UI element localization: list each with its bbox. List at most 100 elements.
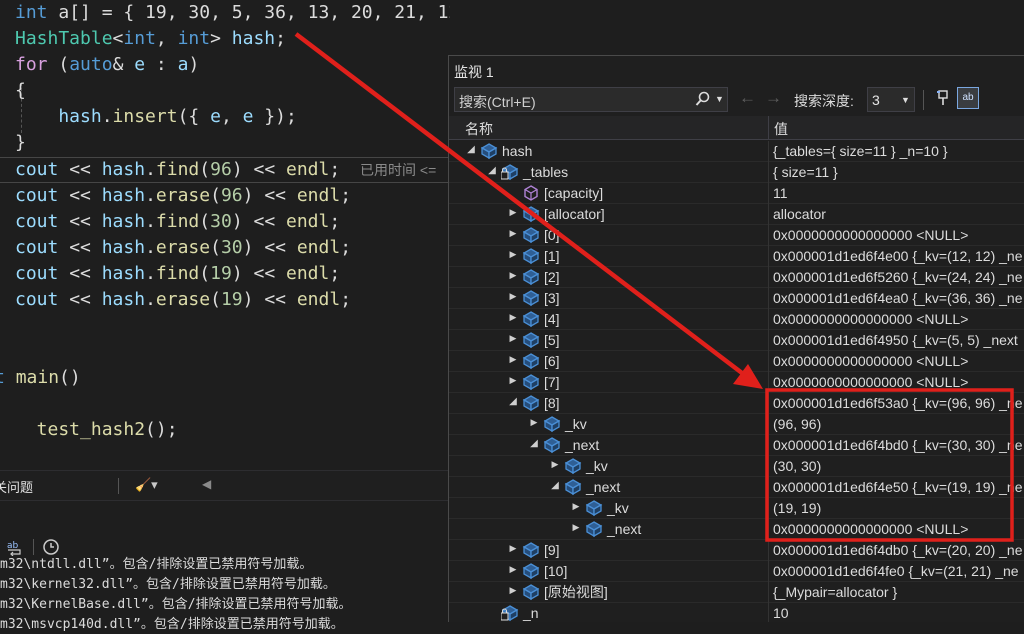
collapse-triangle-icon[interactable]: ◢ (486, 165, 498, 176)
watch-row[interactable]: ◢ hash {_tables={ size=11 } _n=10 } (449, 141, 1024, 162)
code-token: & (112, 54, 135, 75)
expand-triangle-icon[interactable]: ▶ (507, 249, 519, 260)
watch-row[interactable]: ▶ [3] 0x000001d1ed6f4ea0 {_kv=(36, 36) _ne (449, 288, 1024, 309)
watch-item-value[interactable]: 0x0000000000000000 <NULL> (773, 520, 968, 539)
watch-item-value[interactable]: (30, 30) (773, 457, 821, 476)
watch-title-bar[interactable]: 监视 1 (449, 56, 1024, 84)
watch-item-name: [3] (544, 290, 560, 306)
watch-row[interactable]: ▶ [原始视图] {_Mypair=allocator } (449, 582, 1024, 603)
watch-row[interactable]: ▶ [0] 0x0000000000000000 <NULL> (449, 225, 1024, 246)
scroll-left-icon[interactable]: ◀ (202, 477, 211, 491)
column-divider (768, 372, 769, 393)
watch-row[interactable]: ▶ [allocator] allocator (449, 204, 1024, 225)
search-input[interactable]: 搜索(Ctrl+E) ▼ (454, 87, 728, 112)
code-token: int (15, 2, 48, 23)
expand-triangle-icon[interactable]: ▶ (507, 312, 519, 323)
value-column-header[interactable]: 值 (774, 119, 788, 139)
chevron-down-icon[interactable]: ▼ (715, 94, 724, 104)
code-editor[interactable]: int a[] = { 19, 30, 5, 36, 13, 20, 21, 1… (0, 0, 450, 470)
watch-item-value[interactable]: 0x000001d1ed6f53a0 {_kv=(96, 96) _ne (773, 394, 1023, 413)
watch-item-value[interactable]: (96, 96) (773, 415, 821, 434)
watch-row[interactable]: ▶ _kv (19, 19) (449, 498, 1024, 519)
expand-triangle-icon[interactable]: ▶ (549, 459, 561, 470)
column-divider[interactable] (768, 116, 769, 140)
expand-triangle-icon[interactable]: ▶ (507, 228, 519, 239)
code-line: test_hash2(); (15, 417, 178, 443)
watch-item-value[interactable]: {_tables={ size=11 } _n=10 } (773, 142, 948, 161)
watch-item-value[interactable]: 0x0000000000000000 <NULL> (773, 352, 968, 371)
expand-triangle-icon[interactable]: ▶ (528, 417, 540, 428)
watch-item-value[interactable]: 0x0000000000000000 <NULL> (773, 226, 968, 245)
search-icon[interactable] (695, 90, 711, 112)
watch-row[interactable]: ◢ _tables { size=11 } (449, 162, 1024, 183)
object-icon (543, 415, 561, 433)
watch-row[interactable]: ▶ [2] 0x000001d1ed6f5260 {_kv=(24, 24) _ne (449, 267, 1024, 288)
collapse-triangle-icon[interactable]: ◢ (507, 396, 519, 407)
code-token: int (123, 28, 156, 49)
watch-row[interactable]: ◢ _next 0x000001d1ed6f4e50 {_kv=(19, 19) _… (449, 477, 1024, 498)
watch-item-value[interactable]: 0x0000000000000000 <NULL> (773, 373, 968, 392)
watch-item-value[interactable]: 10 (773, 604, 789, 622)
collapse-triangle-icon[interactable]: ◢ (549, 480, 561, 491)
watch-row[interactable]: ▶ [6] 0x0000000000000000 <NULL> (449, 351, 1024, 372)
expand-triangle-icon[interactable]: ▶ (507, 333, 519, 344)
watch-row[interactable]: ▶ [10] 0x000001d1ed6f4fe0 {_kv=(21, 21) _n… (449, 561, 1024, 582)
watch-item-name: _next (586, 479, 621, 495)
pin-icon[interactable] (935, 89, 951, 110)
broom-icon[interactable]: 🧹▾ (135, 477, 158, 493)
expand-triangle-icon[interactable]: ▶ (570, 501, 582, 512)
watch-row[interactable]: [capacity] 11 (449, 183, 1024, 204)
search-depth-select[interactable]: 3 ▼ (867, 87, 915, 112)
watch-item-value[interactable]: 0x000001d1ed6f4e50 {_kv=(19, 19) _ne (773, 478, 1023, 497)
watch-row[interactable]: ◢ _next 0x000001d1ed6f4bd0 {_kv=(30, 30) _… (449, 435, 1024, 456)
expand-triangle-icon[interactable]: ▶ (507, 375, 519, 386)
watch-item-value[interactable]: 0x000001d1ed6f4bd0 {_kv=(30, 30) _ne (773, 436, 1023, 455)
column-divider (768, 183, 769, 204)
watch-row[interactable]: ▶ [1] 0x000001d1ed6f4e00 {_kv=(12, 12) _ne (449, 246, 1024, 267)
collapse-triangle-icon[interactable]: ◢ (465, 144, 477, 155)
watch-item-value[interactable]: allocator (773, 205, 826, 224)
watch-row[interactable]: ▶ [4] 0x0000000000000000 <NULL> (449, 309, 1024, 330)
expand-triangle-icon[interactable]: ▶ (507, 543, 519, 554)
back-arrow-icon[interactable]: ← (739, 88, 756, 108)
expand-triangle-icon[interactable]: ▶ (507, 564, 519, 575)
collapse-triangle-icon[interactable]: ◢ (528, 438, 540, 449)
column-divider (768, 351, 769, 372)
expand-triangle-icon[interactable]: ▶ (570, 522, 582, 533)
issues-label[interactable]: 关问题 (0, 477, 33, 496)
watch-item-value[interactable]: { size=11 } (773, 163, 838, 182)
code-token: . (145, 159, 156, 180)
watch-row[interactable]: ▶ _next 0x0000000000000000 <NULL> (449, 519, 1024, 540)
elapsed-time-hint: 已用时间 <= (360, 162, 437, 178)
watch-item-value[interactable]: 0x000001d1ed6f4ea0 {_kv=(36, 36) _ne (773, 289, 1023, 308)
watch-row[interactable]: ▶ _kv (96, 96) (449, 414, 1024, 435)
watch-item-value[interactable]: 11 (773, 184, 788, 203)
forward-arrow-icon[interactable]: → (765, 88, 782, 108)
watch-item-value[interactable]: 0x0000000000000000 <NULL> (773, 310, 968, 329)
watch-item-value[interactable]: 0x000001d1ed6f4db0 {_kv=(20, 20) _ne (773, 541, 1023, 560)
watch-item-name: [0] (544, 227, 560, 243)
watch-row[interactable]: ▶ _kv (30, 30) (449, 456, 1024, 477)
watch-row[interactable]: ▶ [9] 0x000001d1ed6f4db0 {_kv=(20, 20) _ne (449, 540, 1024, 561)
watch-item-value[interactable]: 0x000001d1ed6f4fe0 {_kv=(21, 21) _ne (773, 562, 1019, 581)
expand-triangle-icon[interactable]: ▶ (507, 585, 519, 596)
watch-row[interactable]: ▶ [5] 0x000001d1ed6f4950 {_kv=(5, 5) _next (449, 330, 1024, 351)
code-token: ( (47, 54, 70, 75)
name-column-header[interactable]: 名称 (465, 119, 493, 139)
expand-triangle-icon[interactable]: ▶ (507, 354, 519, 365)
expand-triangle-icon[interactable]: ▶ (507, 270, 519, 281)
watch-item-value[interactable]: {_Mypair=allocator } (773, 583, 897, 602)
code-token: cout (15, 159, 59, 180)
watch-item-value[interactable]: 0x000001d1ed6f4950 {_kv=(5, 5) _next (773, 331, 1018, 350)
watch-row[interactable]: ▶ [7] 0x0000000000000000 <NULL> (449, 372, 1024, 393)
watch-item-value[interactable]: 0x000001d1ed6f5260 {_kv=(24, 24) _ne (773, 268, 1023, 287)
expand-triangle-icon[interactable]: ▶ (507, 207, 519, 218)
watch-item-value[interactable]: 0x000001d1ed6f4e00 {_kv=(12, 12) _ne (773, 247, 1023, 266)
code-token: . (145, 237, 156, 258)
expand-triangle-icon[interactable]: ▶ (507, 291, 519, 302)
watch-item-value[interactable]: (19, 19) (773, 499, 821, 518)
watch-row[interactable]: ◢ [8] 0x000001d1ed6f53a0 {_kv=(96, 96) _ne (449, 393, 1024, 414)
ab-view-icon[interactable]: ab (957, 87, 979, 109)
watch-row[interactable]: _n 10 (449, 603, 1024, 622)
code-token: ; (340, 237, 352, 258)
